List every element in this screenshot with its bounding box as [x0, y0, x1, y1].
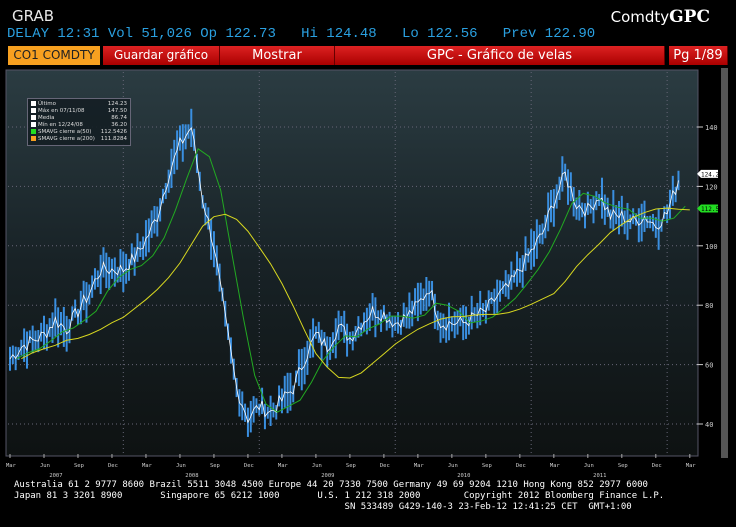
x-tick-label: Dec	[244, 463, 254, 469]
legend-label: Máx en 07/11/08	[38, 108, 85, 114]
legend-item: Máx en 07/11/08 147.50	[31, 108, 127, 115]
legend-item: SMAVG cierre a(200) 111.8284	[31, 136, 127, 143]
high-price: Hi 124.48	[301, 26, 377, 42]
open-price: Op 122.73	[200, 26, 276, 42]
legend-value: 86.74	[111, 115, 127, 121]
y-tick-label: 40	[705, 421, 713, 429]
page-indicator[interactable]: Pg 1/89	[667, 46, 728, 65]
x-tick-label: Dec	[380, 463, 390, 469]
footer: Australia 61 2 9777 8600 Brazil 5511 304…	[14, 480, 726, 513]
y-tick-label: 120	[705, 183, 718, 191]
footer-session: SN 533489 G429-140-3 23-Feb-12 12:41:25 …	[14, 502, 632, 512]
x-year-label: 2007	[49, 473, 62, 478]
volume: Vol 51,026	[107, 26, 192, 42]
x-year-label: 2010	[457, 473, 470, 478]
legend-label: Mín en 12/24/08	[38, 122, 83, 128]
function-name: GRAB	[12, 7, 54, 25]
x-year-label: 2008	[185, 473, 198, 478]
chart-legend: Último 124.23 Máx en 07/11/08 147.50 Media 86…	[27, 98, 131, 146]
x-tick-label: Sep	[210, 463, 220, 469]
legend-value: 111.8284	[100, 136, 127, 142]
chart-title: GPC - Gráfico de velas	[335, 46, 665, 65]
legend-label: Último	[38, 101, 56, 107]
delay-time: DELAY 12:31	[7, 26, 100, 42]
legend-swatch	[31, 101, 36, 106]
legend-item: SMAVG cierre a(50) 112.5426	[31, 129, 127, 136]
low-price: Lo 122.56	[401, 26, 478, 42]
y-tick-label: 80	[705, 302, 713, 310]
x-tick-label: Mar	[278, 463, 289, 469]
legend-value: 124.23	[107, 101, 127, 107]
x-year-label: 2011	[593, 473, 606, 478]
save-chart-button[interactable]: Guardar gráfico	[103, 46, 220, 65]
legend-item: Media 86.74	[31, 115, 127, 122]
legend-label: SMAVG cierre a(200)	[38, 136, 95, 142]
footer-contacts-2: Japan 81 3 3201 8900 Singapore 65 6212 1…	[14, 491, 665, 501]
x-tick-label: Mar	[6, 463, 17, 469]
legend-label: Media	[38, 115, 55, 121]
x-tick-label: Jun	[40, 463, 50, 469]
x-tick-label: Sep	[482, 463, 492, 469]
legend-item: Último 124.23	[31, 101, 127, 108]
x-tick-label: Mar	[686, 463, 697, 469]
y-tick-label: 60	[705, 362, 713, 370]
legend-value: 147.50	[107, 108, 127, 114]
legend-value: 112.5426	[100, 129, 127, 135]
x-tick-label: Sep	[618, 463, 628, 469]
x-tick-label: Mar	[414, 463, 425, 469]
x-tick-label: Jun	[448, 463, 458, 469]
x-year-label: 2009	[321, 473, 334, 478]
market-label: Comdty	[610, 8, 670, 26]
mnemonic: GPC	[669, 7, 710, 27]
scrollbar[interactable]	[721, 68, 728, 458]
legend-swatch	[31, 129, 36, 134]
legend-swatch	[31, 115, 36, 120]
x-tick-label: Sep	[74, 463, 84, 469]
security-code: ComdtyGPC	[611, 7, 710, 27]
legend-item: Mín en 12/24/08 36.20	[31, 122, 127, 129]
x-tick-label: Mar	[142, 463, 153, 469]
x-tick-label: Sep	[346, 463, 356, 469]
x-tick-label: Mar	[550, 463, 561, 469]
prev-price: Prev 122.90	[502, 26, 596, 42]
y-tick-label: 100	[705, 243, 718, 251]
x-tick-label: Dec	[652, 463, 662, 469]
x-tick-label: Jun	[176, 463, 186, 469]
x-tick-label: Dec	[108, 463, 118, 469]
sma50-tag-label: 112.54	[701, 206, 720, 213]
ticker-field[interactable]: CO1 COMDTY	[8, 46, 100, 65]
show-button[interactable]: Mostrar	[220, 46, 335, 65]
x-tick-label: Jun	[312, 463, 322, 469]
legend-value: 36.20	[111, 122, 127, 128]
legend-swatch	[31, 136, 36, 141]
footer-contacts: Australia 61 2 9777 8600 Brazil 5511 304…	[14, 480, 648, 490]
y-tick-label: 140	[705, 124, 718, 132]
legend-label: SMAVG cierre a(50)	[38, 129, 92, 135]
x-tick-label: Dec	[516, 463, 526, 469]
legend-swatch	[31, 122, 36, 127]
last-price-tag-label: 124.23	[701, 171, 720, 178]
x-tick-label: Jun	[584, 463, 594, 469]
legend-swatch	[31, 108, 36, 113]
quote-line: DELAY 12:31 Vol 51,026 Op 122.73 Hi 124.…	[7, 26, 727, 42]
